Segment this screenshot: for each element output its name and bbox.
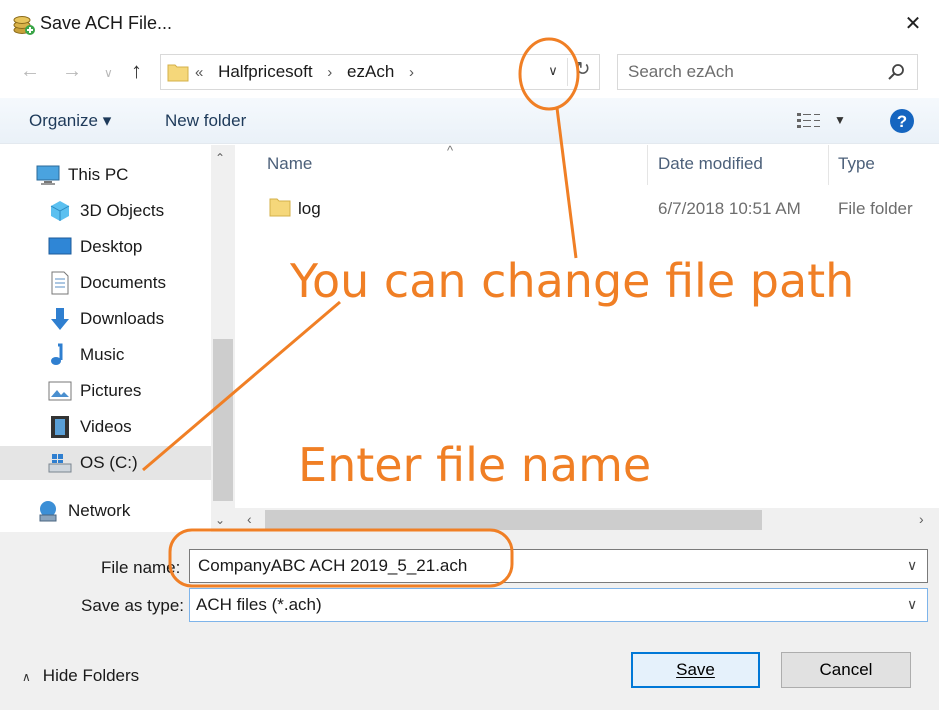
- hide-folders-label: Hide Folders: [42, 666, 140, 685]
- chevron-down-icon[interactable]: ∨: [907, 557, 917, 574]
- column-divider[interactable]: [647, 145, 648, 185]
- download-arrow-icon: [51, 308, 69, 330]
- column-header-type[interactable]: Type: [838, 154, 875, 174]
- sidebar-item-3d-objects[interactable]: 3D Objects: [48, 194, 164, 228]
- address-bar[interactable]: « Halfpricesoft › ezAch › ∨ ↻: [160, 54, 600, 90]
- folder-icon: [269, 198, 291, 217]
- sidebar-item-label: Pictures: [80, 381, 142, 400]
- window-title: Save ACH File...: [40, 13, 173, 33]
- file-type: File folder: [838, 199, 913, 218]
- drive-icon: [48, 454, 72, 473]
- navigation-bar: ← → ∨ ↑ « Halfpricesoft › ezAch › ∨ ↻: [0, 46, 939, 98]
- save-as-type-label: Save as type:: [81, 596, 185, 615]
- organize-menu[interactable]: Organize ▾: [29, 111, 111, 131]
- sidebar-item-label: Desktop: [80, 237, 143, 256]
- breadcrumb-chevron-icon[interactable]: ›: [327, 64, 332, 81]
- file-date: 6/7/2018 10:51 AM: [658, 199, 801, 218]
- svg-text:?: ?: [897, 112, 907, 131]
- breadcrumb: « Halfpricesoft › ezAch ›: [195, 62, 424, 82]
- file-name-input[interactable]: [198, 556, 888, 576]
- chevron-up-icon: ∧: [22, 670, 31, 684]
- sidebar-item-label: This PC: [68, 165, 129, 184]
- cancel-button[interactable]: Cancel: [781, 652, 911, 688]
- scroll-right-icon[interactable]: ›: [919, 511, 924, 527]
- film-strip-icon: [51, 416, 69, 438]
- search-box[interactable]: [617, 54, 918, 90]
- breadcrumb-overflow[interactable]: «: [195, 64, 203, 81]
- sidebar-item-music[interactable]: Music: [48, 338, 124, 372]
- sidebar-item-os-c[interactable]: OS (C:): [0, 446, 211, 480]
- command-toolbar: Organize ▾ New folder ▼ ?: [0, 98, 939, 144]
- sidebar-item-label: 3D Objects: [80, 201, 165, 220]
- annotation-change-path: You can change file path: [290, 254, 855, 308]
- sidebar-item-label: Documents: [80, 273, 166, 292]
- close-icon: ✕: [904, 12, 922, 35]
- address-dropdown-chevron-icon[interactable]: ∨: [542, 63, 564, 83]
- file-row[interactable]: log 6/7/2018 10:51 AM File folder: [235, 192, 939, 224]
- sidebar-item-downloads[interactable]: Downloads: [48, 302, 164, 336]
- file-list-scrollbar[interactable]: ‹ ›: [235, 508, 939, 532]
- coins-icon: [13, 16, 35, 35]
- file-name-label: File name:: [101, 558, 181, 577]
- scroll-up-icon[interactable]: ⌃: [215, 151, 225, 165]
- file-name: log: [298, 199, 321, 218]
- folder-icon: [167, 64, 189, 82]
- sidebar-item-label: Videos: [80, 417, 132, 436]
- documents-icon: [51, 271, 69, 295]
- refresh-icon[interactable]: ↻: [567, 58, 597, 86]
- breadcrumb-ezach[interactable]: ezAch: [347, 62, 394, 81]
- scrollbar-thumb[interactable]: [213, 339, 233, 501]
- sidebar-item-this-pc[interactable]: This PC: [36, 158, 128, 192]
- search-input[interactable]: [628, 62, 878, 82]
- network-icon: [39, 501, 57, 522]
- view-options-icon[interactable]: [796, 110, 822, 132]
- back-arrow-icon[interactable]: ←: [20, 60, 40, 83]
- view-dropdown-arrow-icon[interactable]: ▼: [834, 113, 846, 127]
- hide-folders-toggle[interactable]: ∧ Hide Folders: [22, 666, 139, 686]
- desktop-icon: [48, 237, 72, 255]
- scrollbar-thumb[interactable]: [265, 510, 762, 530]
- sidebar-item-label: OS (C:): [80, 453, 138, 472]
- save-as-type-select[interactable]: ACH files (*.ach) ∨: [189, 588, 928, 622]
- column-divider[interactable]: [828, 145, 829, 185]
- recent-locations-chevron-icon[interactable]: ∨: [104, 66, 113, 80]
- scroll-down-icon[interactable]: ⌄: [215, 513, 225, 527]
- chevron-down-icon[interactable]: ∨: [907, 596, 917, 613]
- sidebar-item-label: Network: [68, 501, 131, 520]
- column-header-date-modified[interactable]: Date modified: [658, 154, 763, 174]
- save-options-panel: File name: ∨ Save as type: ACH files (*.…: [0, 532, 939, 710]
- search-icon[interactable]: [886, 63, 906, 83]
- forward-arrow-icon[interactable]: →: [62, 60, 82, 83]
- save-as-type-value: ACH files (*.ach): [196, 595, 322, 614]
- help-icon[interactable]: ?: [889, 108, 915, 134]
- annotation-enter-name: Enter file name: [298, 438, 652, 492]
- breadcrumb-halfpricesoft[interactable]: Halfpricesoft: [218, 62, 312, 81]
- title-bar: Save ACH File... ✕: [0, 0, 939, 46]
- close-button[interactable]: ✕: [895, 8, 931, 38]
- sidebar-item-pictures[interactable]: Pictures: [48, 374, 141, 408]
- sidebar-item-label: Downloads: [80, 309, 165, 328]
- sort-ascending-icon: ^: [447, 143, 454, 158]
- sidebar-item-documents[interactable]: Documents: [48, 266, 166, 300]
- column-header-name[interactable]: Name: [267, 154, 312, 174]
- up-arrow-icon[interactable]: ↑: [131, 58, 142, 84]
- pictures-icon: [48, 381, 72, 401]
- breadcrumb-chevron-icon[interactable]: ›: [409, 64, 414, 81]
- music-note-icon: [51, 343, 63, 365]
- sidebar-item-label: Music: [80, 345, 125, 364]
- navigation-pane: This PC 3D Objects Desktop Documents Dow…: [0, 145, 235, 532]
- cube-icon: [50, 201, 70, 221]
- computer-icon: [36, 165, 60, 185]
- new-folder-button[interactable]: New folder: [165, 111, 246, 131]
- scroll-left-icon[interactable]: ‹: [247, 511, 252, 527]
- sidebar-item-desktop[interactable]: Desktop: [48, 230, 142, 264]
- navigation-pane-scrollbar[interactable]: ⌃ ⌄: [211, 145, 235, 532]
- sidebar-item-videos[interactable]: Videos: [48, 410, 132, 444]
- file-name-combobox[interactable]: ∨: [189, 549, 928, 583]
- sidebar-item-network[interactable]: Network: [36, 494, 130, 528]
- save-button[interactable]: Save: [631, 652, 760, 688]
